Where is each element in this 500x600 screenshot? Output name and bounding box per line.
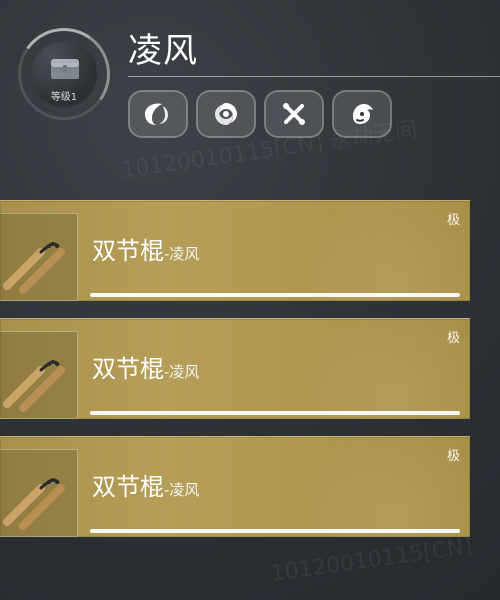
page-title: 凌风	[128, 31, 198, 71]
weapon-card[interactable]: 极 双节棍-凌风	[0, 318, 470, 419]
weapon-card[interactable]: 极 双节棍-凌风	[0, 436, 470, 537]
weapon-progress-bar	[90, 293, 460, 297]
weapon-name-main: 双节棍	[92, 355, 164, 383]
skill-icon-4[interactable]	[332, 90, 392, 138]
rarity-label: 极	[446, 213, 460, 228]
title-divider	[128, 76, 500, 77]
beast-face-icon	[353, 104, 373, 124]
skill-icons	[128, 90, 392, 138]
chest-icon	[51, 59, 79, 79]
watermark-bottom: 10120010115[CN]	[269, 533, 474, 588]
skill-icon-2[interactable]	[196, 90, 256, 138]
weapon-thumbnail	[0, 449, 78, 537]
spiral-icon	[215, 103, 237, 125]
crescent-claw-icon	[145, 103, 168, 125]
level-badge-inner: 等级1	[31, 41, 97, 107]
nunchaku-icon	[3, 242, 65, 294]
nunchaku-icon	[3, 360, 65, 412]
level-badge: 等级1	[18, 28, 110, 120]
rarity-label: 极	[446, 449, 460, 464]
weapon-name-main: 双节棍	[92, 473, 164, 501]
skill-icon-1[interactable]	[128, 90, 188, 138]
weapon-name-main: 双节棍	[92, 237, 164, 265]
weapon-thumbnail	[0, 331, 78, 419]
rarity-label: 极	[446, 331, 460, 346]
weapon-name-suffix: -凌风	[164, 363, 200, 381]
cross-icon	[283, 103, 305, 125]
weapon-name: 双节棍-凌风	[92, 349, 199, 384]
skill-icon-3[interactable]	[264, 90, 324, 138]
weapon-progress-bar	[90, 529, 460, 533]
weapon-card[interactable]: 极 双节棍-凌风	[0, 200, 470, 301]
weapon-name-suffix: -凌风	[164, 245, 200, 263]
weapon-name-suffix: -凌风	[164, 481, 200, 499]
weapon-name: 双节棍-凌风	[92, 467, 199, 502]
weapon-progress-bar	[90, 411, 460, 415]
weapon-thumbnail	[0, 213, 78, 301]
nunchaku-icon	[3, 478, 65, 530]
level-label: 等级1	[50, 92, 78, 103]
weapon-name: 双节棍-凌风	[92, 231, 199, 266]
